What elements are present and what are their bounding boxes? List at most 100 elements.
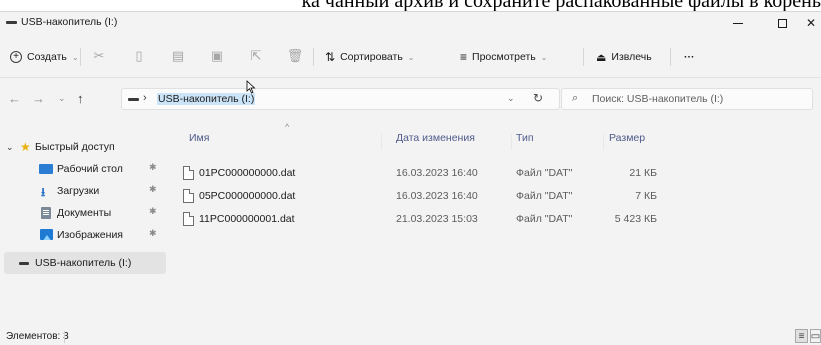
usb-drive-icon [19,262,29,265]
sort-icon: ⇅ [325,50,336,64]
documents-icon [41,207,51,219]
file-type: Файл "DAT" [516,213,573,225]
close-icon: ✕ [806,16,817,30]
sidebar-item-label: Документы [57,207,112,219]
pin-icon: ✱ [149,228,157,238]
sort-button[interactable]: ⇅ Сортировать ⌄ [325,46,415,68]
sidebar-item-documents[interactable]: Документы ✱ [0,202,170,224]
item-count: Элементов: 3 [6,331,69,342]
eject-button[interactable]: ⏏ Извлечь [596,46,652,68]
forward-arrow-icon[interactable]: → [32,91,45,106]
sidebar-item-pictures[interactable]: Изображения ✱ [0,224,170,246]
search-input[interactable]: Поиск: USB-накопитель (I:) [592,93,723,105]
file-size: 21 КБ [629,167,657,179]
cut-icon[interactable]: ✂ [91,48,107,64]
copy-icon[interactable]: ▯ [131,48,147,64]
file-size: 7 КБ [635,190,657,202]
sidebar-item-usb-drive[interactable]: USB-накопитель (I:) [4,252,166,274]
minimize-icon [733,22,743,24]
file-name: 01PC000000000.dat [199,167,296,179]
create-button-label: Создать [27,51,67,63]
sort-button-label: Сортировать [340,51,403,63]
file-date: 16.03.2023 16:40 [396,167,478,179]
sidebar-item-label: Изображения [57,229,123,241]
chevron-down-icon[interactable]: ⌄ [6,142,14,153]
file-name: 05PC000000000.dat [199,190,296,202]
maximize-icon [777,18,787,28]
more-options-button[interactable]: ··· [684,46,695,68]
search-box[interactable]: ⌕ Поиск: USB-накопитель (I:) [561,88,813,110]
eject-button-label: Извлечь [611,51,652,63]
view-button[interactable]: ≡ Просмотреть ⌄ [460,46,547,68]
history-dropdown-icon[interactable]: ⌄ [507,93,515,104]
toolbar-divider [583,48,584,66]
status-divider [64,331,65,343]
desktop-icon [39,164,53,174]
command-bar: + Создать ⌄ ✂ ▯ ▤ ▣ ⇱ 🗑 ⇅ Сортировать ⌄ … [0,34,821,78]
view-button-label: Просмотреть [472,51,536,63]
title-bar: USB-накопитель (I:) ✕ [0,12,821,34]
sidebar-item-quick-access[interactable]: ⌄ ★ Быстрый доступ [0,136,170,158]
sidebar-item-label: Загрузки [57,185,100,197]
details-view-button[interactable]: ≡ [795,329,808,343]
mouse-pointer-icon [246,80,256,94]
column-divider[interactable] [381,134,382,150]
create-button[interactable]: + Создать ⌄ [10,46,79,68]
up-arrow-icon[interactable]: ↑ [77,91,84,106]
breadcrumb-current[interactable]: USB-накопитель (I:) [157,93,256,105]
plus-circle-icon: + [10,51,22,63]
star-icon: ★ [20,140,31,154]
chevron-down-icon: ⌄ [71,52,79,62]
sidebar-item-label: Рабочий стол [57,163,123,175]
table-row[interactable]: 01PC000000000.dat 16.03.2023 16:40 Файл … [177,164,667,184]
sidebar-item-downloads[interactable]: ⭳ Загрузки ✱ [0,180,170,202]
paste-icon[interactable]: ▤ [170,48,186,64]
pin-icon: ✱ [149,206,157,216]
file-name: 11PC000000001.dat [199,213,295,225]
column-header-type[interactable]: Тип [516,132,534,144]
maximize-button[interactable] [760,12,804,34]
file-icon [183,189,194,203]
column-header-date[interactable]: Дата изменения [396,132,475,144]
column-header-size[interactable]: Размер [609,132,645,144]
table-row[interactable]: 05PC000000000.dat 16.03.2023 16:40 Файл … [177,187,667,207]
file-icon [183,166,194,180]
search-icon: ⌕ [572,92,579,104]
background-document-text: ка чанный архив и сохраните распакованны… [301,0,821,11]
breadcrumb-separator: › [143,92,147,104]
column-divider[interactable] [603,134,604,150]
usb-drive-icon [6,21,17,24]
minimize-button[interactable] [716,12,760,34]
sort-ascending-icon: ^ [285,122,290,132]
share-icon[interactable]: ⇱ [248,48,264,64]
back-arrow-icon[interactable]: ← [8,91,21,106]
close-button[interactable]: ✕ [804,12,821,34]
rename-icon[interactable]: ▣ [209,48,225,64]
file-date: 21.03.2023 15:03 [396,213,478,225]
chevron-down-icon: ⌄ [540,52,548,62]
chevron-down-icon: ⌄ [407,52,415,62]
column-header-name[interactable]: Имя [189,132,209,144]
file-size: 5 423 КБ [614,213,657,225]
navigation-row: ← → ⌄ ↑ › USB-накопитель (I:) ⌄ ↻ ⌕ Поис… [0,78,821,120]
sidebar-item-desktop[interactable]: Рабочий стол ✱ [0,158,170,180]
refresh-icon[interactable]: ↻ [533,91,543,105]
view-lines-icon: ≡ [460,50,468,64]
recent-locations-icon[interactable]: ⌄ [58,93,66,104]
file-type: Файл "DAT" [516,167,573,179]
pictures-icon [40,229,53,240]
column-divider[interactable] [511,134,512,150]
address-bar[interactable]: › USB-накопитель (I:) ⌄ ↻ [121,88,560,110]
status-bar: Элементов: 3 ≡ ▭ [0,328,821,345]
navigation-pane: ⌄ ★ Быстрый доступ Рабочий стол ✱ ⭳ Загр… [0,120,170,320]
eject-icon: ⏏ [596,51,607,64]
details-view-icon: ≡ [798,330,805,342]
table-row[interactable]: 11PC000000001.dat 21.03.2023 15:03 Файл … [177,210,667,230]
toolbar-divider [670,48,671,66]
file-list: Имя ^ Дата изменения Тип Размер 01PC0000… [171,120,821,320]
file-explorer-window: USB-накопитель (I:) ✕ + Создать ⌄ ✂ ▯ ▤ … [0,11,821,345]
tiles-view-button[interactable]: ▭ [810,329,821,343]
downloads-icon: ⭳ [41,185,46,199]
delete-icon[interactable]: 🗑 [287,48,304,64]
toolbar-divider [80,48,81,66]
